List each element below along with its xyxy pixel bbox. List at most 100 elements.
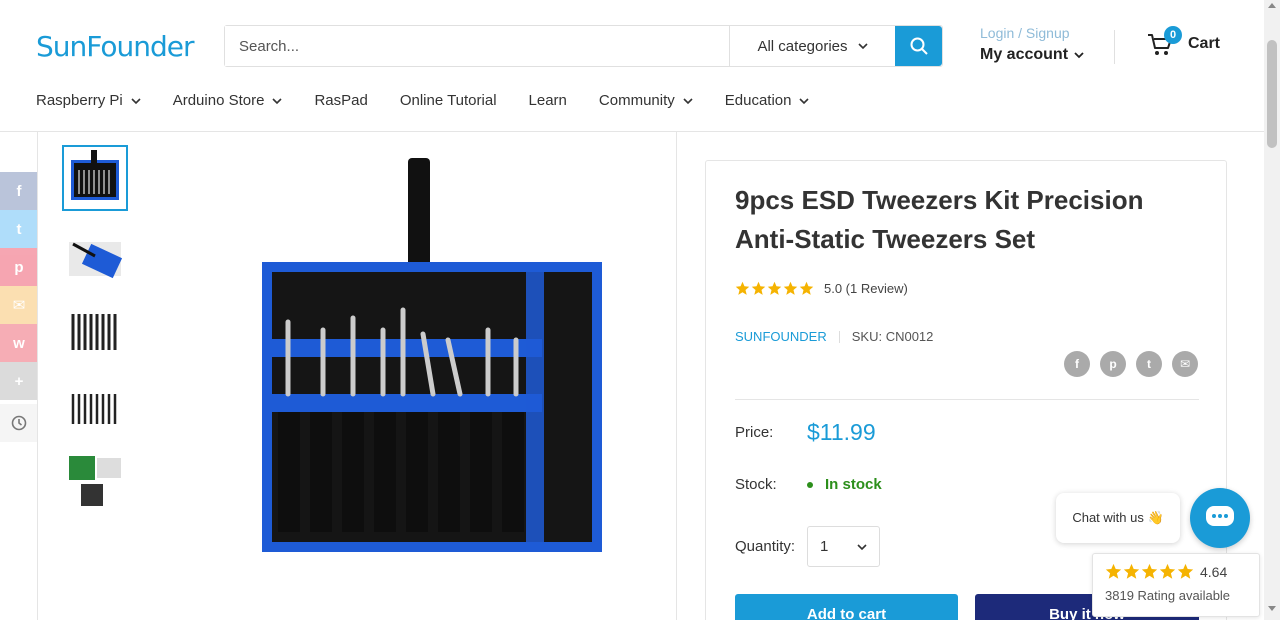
store-rating-stars: [1105, 563, 1194, 580]
email-share-icon[interactable]: ✉: [1172, 351, 1198, 377]
history-button[interactable]: [0, 404, 38, 442]
nav-item-label: Online Tutorial: [399, 92, 497, 109]
nav-item-arduino-store[interactable]: Arduino Store: [173, 92, 283, 109]
chat-with-us-bubble[interactable]: Chat with us 👋: [1056, 493, 1180, 543]
twitter-share-icon[interactable]: t: [1136, 351, 1162, 377]
chevron-down-icon: [272, 97, 283, 104]
search-bar: All categories: [224, 25, 943, 67]
thumbnail-5[interactable]: [62, 449, 128, 515]
thumbnail-list: [62, 145, 132, 545]
product-share-buttons: f p t ✉: [1064, 351, 1198, 377]
nav-item-label: Community: [598, 92, 675, 109]
chevron-down-icon: [857, 43, 868, 50]
meta-separator: [838, 330, 840, 343]
in-stock-dot-icon: [807, 481, 813, 488]
stock-row: Stock: In stock: [735, 476, 882, 493]
chat-launcher-button[interactable]: [1190, 488, 1250, 548]
facebook-share-icon[interactable]: f: [1064, 351, 1090, 377]
login-signup-link[interactable]: Login / Signup: [980, 25, 1084, 41]
more-icon[interactable]: +: [0, 362, 38, 400]
chat-label: Chat with us 👋: [1072, 510, 1164, 525]
page-scrollbar[interactable]: [1264, 0, 1280, 620]
store-rating-score: 4.64: [1200, 563, 1228, 580]
chevron-down-icon: [131, 97, 141, 104]
product-gallery: [37, 132, 677, 620]
account-menu[interactable]: Login / Signup My account: [980, 25, 1084, 64]
cart-count-badge: 0: [1164, 26, 1182, 44]
star-icon: [1141, 563, 1158, 579]
cart-button[interactable]: 0 Cart: [1146, 26, 1221, 58]
search-icon: [910, 37, 928, 55]
nav-item-raspberry-pi[interactable]: Raspberry Pi: [36, 92, 141, 109]
search-input[interactable]: [225, 26, 729, 66]
facebook-icon[interactable]: f: [0, 172, 38, 210]
nav-item-learn[interactable]: Learn: [529, 92, 567, 109]
twitter-icon[interactable]: t: [0, 210, 38, 248]
thumbnail-1[interactable]: [62, 145, 128, 211]
divider: [735, 399, 1199, 400]
search-button[interactable]: [895, 26, 942, 66]
chevron-down-icon: [799, 97, 810, 104]
price-label: Price:: [735, 424, 774, 441]
pinterest-share-icon[interactable]: p: [1100, 351, 1126, 377]
star-icon: [1177, 563, 1194, 579]
product-info-panel: 9pcs ESD Tweezers Kit Precision Anti-Sta…: [705, 160, 1227, 620]
star-icon: [1105, 563, 1122, 579]
pinterest-icon[interactable]: p: [0, 248, 38, 286]
cart-icon: 0: [1146, 26, 1182, 58]
star-icon: [799, 281, 814, 295]
category-select-label: All categories: [757, 37, 848, 55]
nav-item-community[interactable]: Community: [599, 92, 693, 109]
history-icon: [11, 415, 27, 431]
thumbnail-2[interactable]: [62, 221, 128, 287]
star-icon: [735, 281, 750, 295]
sku-text: SKU: CN0012: [851, 329, 934, 344]
nav-item-online-tutorial[interactable]: Online Tutorial: [400, 92, 497, 109]
site-header: SunFounder All categories Login / Signup…: [0, 0, 1264, 132]
vendor-link[interactable]: SUNFOUNDER: [735, 329, 827, 344]
my-account-dropdown[interactable]: My account: [980, 46, 1084, 64]
chat-icon: [1206, 506, 1234, 526]
nav-item-education[interactable]: Education: [725, 92, 810, 109]
nav-item-raspad[interactable]: RasPad: [314, 92, 367, 109]
rating-stars: [735, 281, 814, 296]
nav-item-label: Arduino Store: [172, 92, 265, 109]
stock-status: In stock: [807, 476, 882, 493]
thumbnail-6[interactable]: [62, 525, 128, 545]
store-rating-summary: 3819 Rating available: [1105, 588, 1231, 603]
scroll-thumb[interactable]: [1267, 40, 1277, 148]
quantity-row: Quantity: 1: [735, 526, 880, 567]
product-title: 9pcs ESD Tweezers Kit Precision Anti-Sta…: [735, 185, 1144, 254]
star-icon: [1123, 563, 1140, 579]
weibo-icon[interactable]: w: [0, 324, 38, 362]
chevron-down-icon: [857, 543, 867, 550]
stock-status-text: In stock: [825, 476, 882, 493]
cart-label: Cart: [1188, 35, 1221, 52]
thumbnail-3[interactable]: [62, 297, 128, 363]
star-icon: [1159, 563, 1176, 579]
scroll-down-arrow-icon[interactable]: [1268, 606, 1276, 611]
main-product-image[interactable]: [248, 154, 608, 554]
scroll-up-arrow-icon[interactable]: [1268, 3, 1276, 8]
nav-item-label: RasPad: [314, 92, 368, 109]
share-rail: f t p ✉ w +: [0, 172, 38, 400]
category-select[interactable]: All categories: [729, 26, 895, 66]
product-rating[interactable]: 5.0 (1 Review): [735, 281, 908, 296]
quantity-select[interactable]: 1: [807, 526, 880, 567]
chevron-down-icon: [683, 97, 693, 104]
logo[interactable]: SunFounder: [36, 30, 195, 63]
add-to-cart-button[interactable]: Add to cart: [735, 594, 958, 620]
price-row: Price: $11.99: [735, 419, 876, 446]
price-value: $11.99: [807, 419, 876, 445]
store-rating-top: 4.64: [1105, 563, 1247, 580]
star-icon: [767, 281, 782, 295]
product-meta: SUNFOUNDER SKU: CN0012: [735, 329, 933, 344]
nav-item-label: Raspberry Pi: [36, 92, 123, 109]
store-rating-widget[interactable]: 4.64 3819 Rating available: [1092, 553, 1260, 617]
header-divider: [1114, 30, 1115, 64]
chevron-down-icon: [1074, 52, 1084, 59]
star-icon: [783, 281, 798, 295]
thumbnail-4[interactable]: [62, 373, 128, 439]
email-icon[interactable]: ✉: [0, 286, 38, 324]
rating-text: 5.0 (1 Review): [824, 281, 908, 296]
